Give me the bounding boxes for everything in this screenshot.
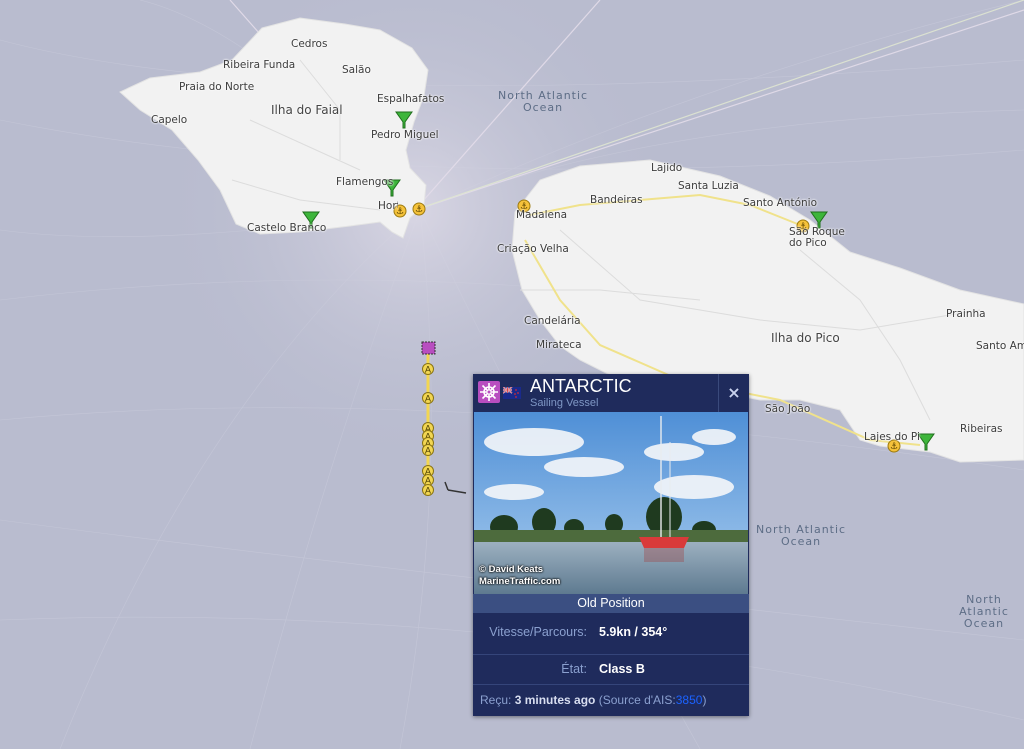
antarctic-vessel-marker xyxy=(421,341,436,355)
place-label-cedros: Cedros xyxy=(291,38,328,50)
port-horta-2-icon: ⚓ xyxy=(412,202,426,216)
place-label-prainha: Prainha xyxy=(946,308,986,320)
place-label-lajes-do-pico: Lajes do Pi xyxy=(864,431,920,443)
svg-text:A: A xyxy=(425,366,432,376)
place-label-madalena: Madalena xyxy=(516,209,568,221)
photo-credit: © David Keats MarineTraffic.com xyxy=(479,564,561,587)
source-suffix: ) xyxy=(702,693,707,707)
vessel-info-popup: ANTARCTIC Sailing Vessel × © David Keats… xyxy=(473,374,749,716)
place-label-ilha-do-faial: Ilha do Faial xyxy=(271,103,343,117)
speed-course-row: Vitesse/Parcours: 5.9kn / 354° xyxy=(473,617,749,649)
place-label-pedro-miguel: Pedro Miguel xyxy=(371,129,439,141)
ais-source-link[interactable]: 3850 xyxy=(676,693,703,707)
svg-text:⚓: ⚓ xyxy=(890,442,898,452)
place-label-ribeiras: Ribeiras xyxy=(960,423,1003,435)
vessel-photo[interactable]: © David Keats MarineTraffic.com xyxy=(474,412,748,594)
place-label-ilha-do-pico: Ilha do Pico xyxy=(771,331,840,345)
svg-text:A: A xyxy=(425,395,432,405)
popup-header: ANTARCTIC Sailing Vessel × xyxy=(473,374,749,412)
svg-text:A: A xyxy=(425,447,432,457)
state-row: État: Class B xyxy=(473,654,749,686)
place-label-castelo-branco: Castelo Branco xyxy=(247,222,327,234)
received-value: 3 minutes ago xyxy=(514,693,596,707)
ocean-label-3: North Atlantic Ocean xyxy=(959,593,1009,630)
place-label-santo-amaro: Santo Am xyxy=(976,340,1024,352)
svg-text:A: A xyxy=(425,487,432,497)
new-zealand-flag-icon xyxy=(502,384,521,399)
source-prefix: (Source d'AIS: xyxy=(598,693,676,707)
ocean-label-2: North Atlantic Ocean xyxy=(756,523,847,548)
state-label: État: xyxy=(561,662,587,676)
place-label-candelaria: Candelária xyxy=(524,315,581,327)
place-label-santa-luzia: Santa Luzia xyxy=(678,180,739,192)
place-label-capelo: Capelo xyxy=(151,114,188,126)
place-label-sao-joao: São João xyxy=(765,403,811,415)
svg-text:⚓: ⚓ xyxy=(415,205,423,215)
sailing-vessel-type-icon xyxy=(478,381,500,403)
place-label-sao-roque: São Roque do Pico xyxy=(789,226,845,249)
vessel-name[interactable]: ANTARCTIC xyxy=(530,376,632,397)
vessel-type: Sailing Vessel xyxy=(530,397,599,409)
speed-course-value: 5.9kn / 354° xyxy=(599,625,668,639)
speed-course-label: Vitesse/Parcours: xyxy=(489,625,587,639)
state-value: Class B xyxy=(599,662,645,676)
place-label-mirateca: Mirateca xyxy=(536,339,582,351)
place-label-criacao-velha: Criação Velha xyxy=(497,243,569,255)
place-label-flamengos: Flamengos xyxy=(336,176,394,188)
position-status: Old Position xyxy=(473,594,749,613)
place-label-lajido: Lajido xyxy=(651,162,683,174)
place-label-bandeiras: Bandeiras xyxy=(590,194,643,206)
place-label-horta: Horta xyxy=(378,200,398,212)
received-info: Reçu: 3 minutes ago (Source d'AIS:3850) xyxy=(480,693,706,707)
place-label-santo-antonio: Santo António xyxy=(743,197,818,209)
place-label-espalhafatos: Espalhafatos xyxy=(377,93,445,105)
place-label-salao: Salão xyxy=(342,64,371,76)
received-label: Reçu: xyxy=(480,693,512,707)
ocean-label-1: North Atlantic Ocean xyxy=(498,89,589,114)
place-label-ribeira-funda: Ribeira Funda xyxy=(223,59,296,71)
place-label-praia-do-norte: Praia do Norte xyxy=(179,81,255,93)
close-button[interactable]: × xyxy=(718,374,749,412)
row-divider xyxy=(473,684,749,685)
